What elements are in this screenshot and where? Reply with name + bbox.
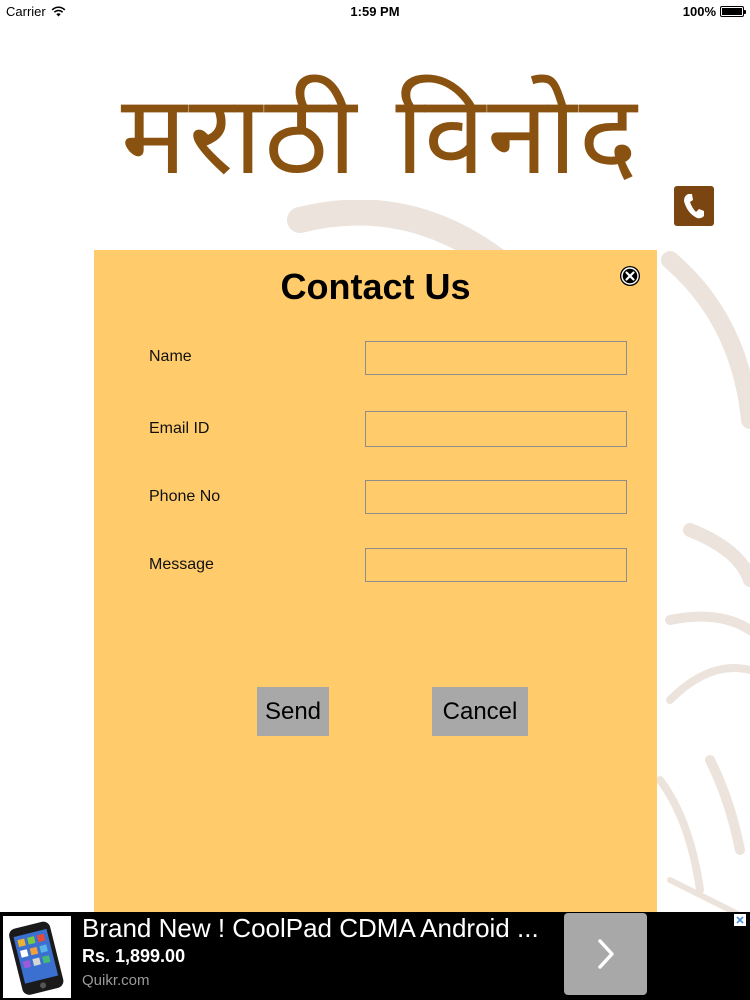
panel-title: Contact Us — [280, 266, 471, 307]
app-logo: मराठी विनोद — [120, 71, 640, 199]
ad-banner[interactable]: Brand New ! CoolPad CDMA Android ... Rs.… — [0, 912, 750, 1000]
phone-product-icon — [3, 916, 71, 998]
ad-source: Quikr.com — [82, 972, 150, 989]
message-field[interactable] — [365, 548, 627, 582]
battery-icon — [720, 6, 746, 17]
message-label: Message — [149, 556, 214, 573]
ad-title: Brand New ! CoolPad CDMA Android ... — [82, 913, 539, 943]
email-field[interactable] — [365, 411, 627, 447]
phone-icon — [684, 194, 704, 219]
contact-panel: Contact Us Name Email ID Phone No Messag… — [94, 250, 657, 912]
cancel-button[interactable]: Cancel — [432, 687, 528, 736]
status-right: 100% — [682, 4, 746, 19]
battery-percent: 100% — [682, 4, 716, 19]
battery-fill — [722, 8, 742, 15]
email-label: Email ID — [149, 420, 210, 437]
phone-button[interactable] — [674, 186, 714, 226]
ad-price: Rs. 1,899.00 — [82, 946, 186, 966]
chevron-right-icon — [597, 939, 614, 969]
status-bar: Carrier 1:59 PM 100% — [0, 0, 750, 22]
name-field[interactable] — [365, 341, 627, 375]
phone-label: Phone No — [149, 488, 221, 505]
ad-info-icon[interactable] — [734, 914, 746, 926]
phone-field[interactable] — [365, 480, 627, 514]
ad-open-button[interactable] — [564, 913, 647, 995]
name-label: Name — [149, 348, 192, 365]
send-button[interactable]: Send — [257, 687, 329, 736]
status-time: 1:59 PM — [350, 4, 400, 19]
close-icon[interactable] — [619, 265, 641, 287]
